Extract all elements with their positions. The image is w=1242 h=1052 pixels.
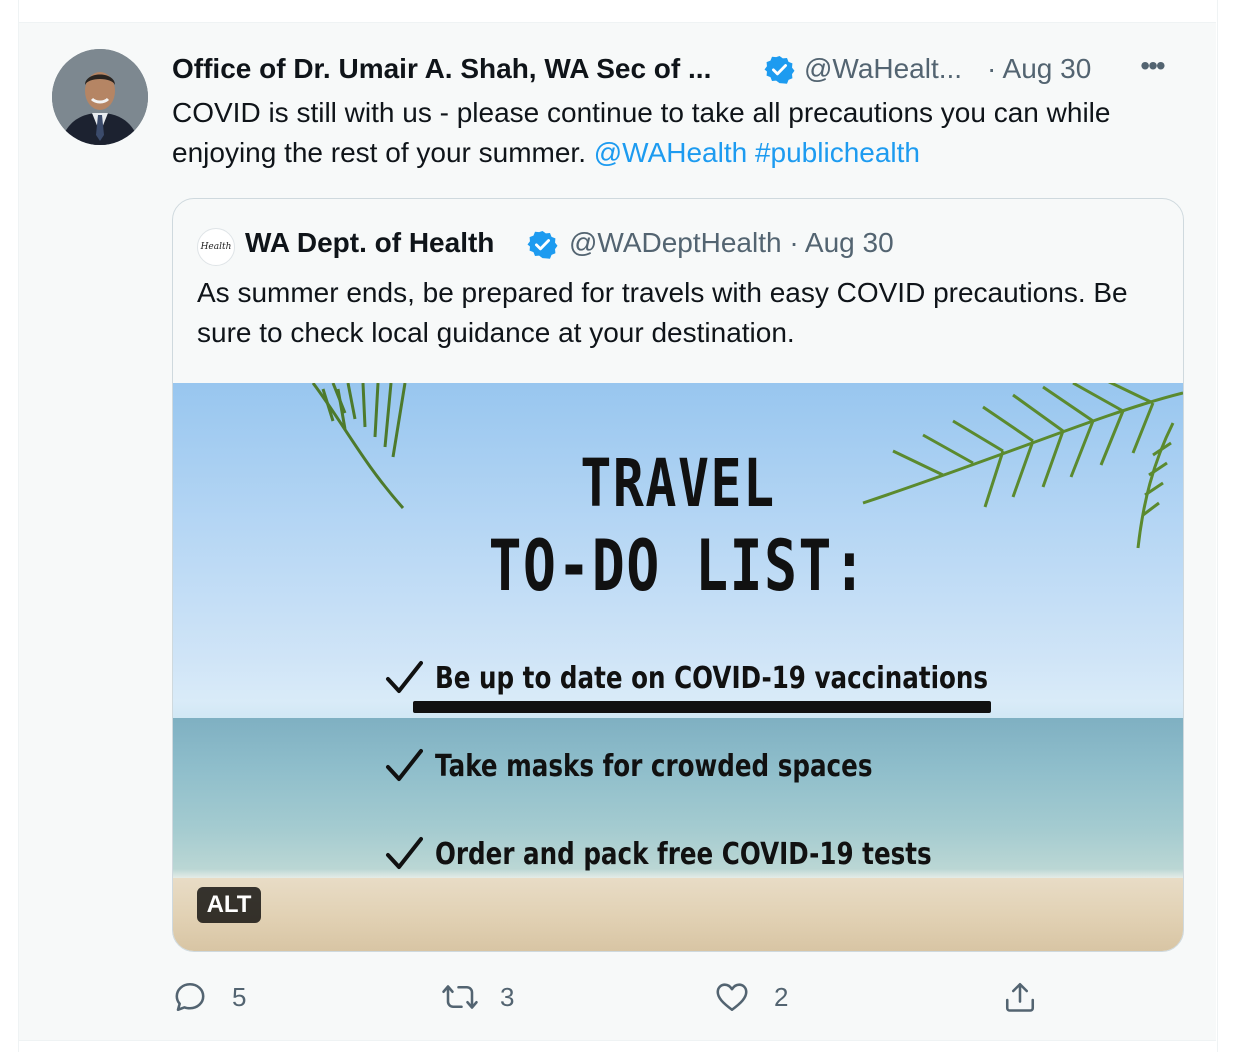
todo-item-text: Order and pack free COVID-19 tests: [435, 837, 932, 872]
retweet-icon: [442, 985, 478, 1009]
tweet-text: COVID is still with us - please continue…: [172, 93, 1192, 173]
mention-link[interactable]: @WAHealth: [594, 137, 747, 168]
quoted-tweet-text: As summer ends, be prepared for travels …: [197, 277, 1128, 348]
quoted-avatar: Health: [197, 228, 235, 266]
divider: [18, 1040, 1216, 1041]
tweet-date[interactable]: · Aug 30: [987, 51, 1091, 87]
avatar-photo: [52, 49, 148, 145]
image-title-line1: TRAVEL: [580, 445, 776, 522]
alt-text-button[interactable]: ALT: [197, 887, 261, 923]
checkmark-icon: [386, 661, 423, 693]
quoted-tweet[interactable]: Health WA Dept. of Health @WADeptHealth …: [172, 198, 1184, 952]
heart-icon: [716, 983, 748, 1012]
todo-item-text: Be up to date on COVID-19 vaccinations: [435, 661, 989, 696]
verified-badge-icon: [764, 55, 795, 84]
avatar[interactable]: [52, 49, 148, 145]
more-options-icon[interactable]: •••: [1132, 51, 1172, 87]
underline-bar: [413, 701, 991, 713]
share-icon: [1005, 982, 1035, 1012]
todo-item-text: Take masks for crowded spaces: [435, 749, 873, 784]
tweet-actions: 5 3 2: [172, 975, 1182, 1019]
author-name[interactable]: Office of Dr. Umair A. Shah, WA Sec of .…: [172, 51, 711, 87]
image-title-line2: TO-DO LIST:: [488, 525, 868, 607]
like-count: 2: [774, 982, 789, 1012]
author-handle[interactable]: @WaHealt...: [804, 51, 962, 87]
tweet-header: Office of Dr. Umair A. Shah, WA Sec of .…: [172, 51, 1182, 87]
checkmark-icon: [386, 749, 423, 781]
sand-background: [173, 878, 1183, 951]
retweet-count: 3: [500, 982, 515, 1012]
verified-badge-icon: [527, 230, 558, 259]
quoted-handle-date: @WADeptHealth · Aug 30: [569, 227, 894, 258]
checkmark-icon: [386, 837, 423, 869]
reply-count: 5: [232, 982, 247, 1012]
quoted-media-image[interactable]: TRAVEL TO-DO LIST: Be up to date on COVI…: [173, 383, 1183, 951]
tweet[interactable]: Office of Dr. Umair A. Shah, WA Sec of .…: [19, 23, 1216, 1040]
reply-icon: [175, 982, 205, 1012]
quoted-author-name: WA Dept. of Health: [245, 227, 495, 258]
hashtag-link[interactable]: #publichealth: [755, 137, 920, 168]
